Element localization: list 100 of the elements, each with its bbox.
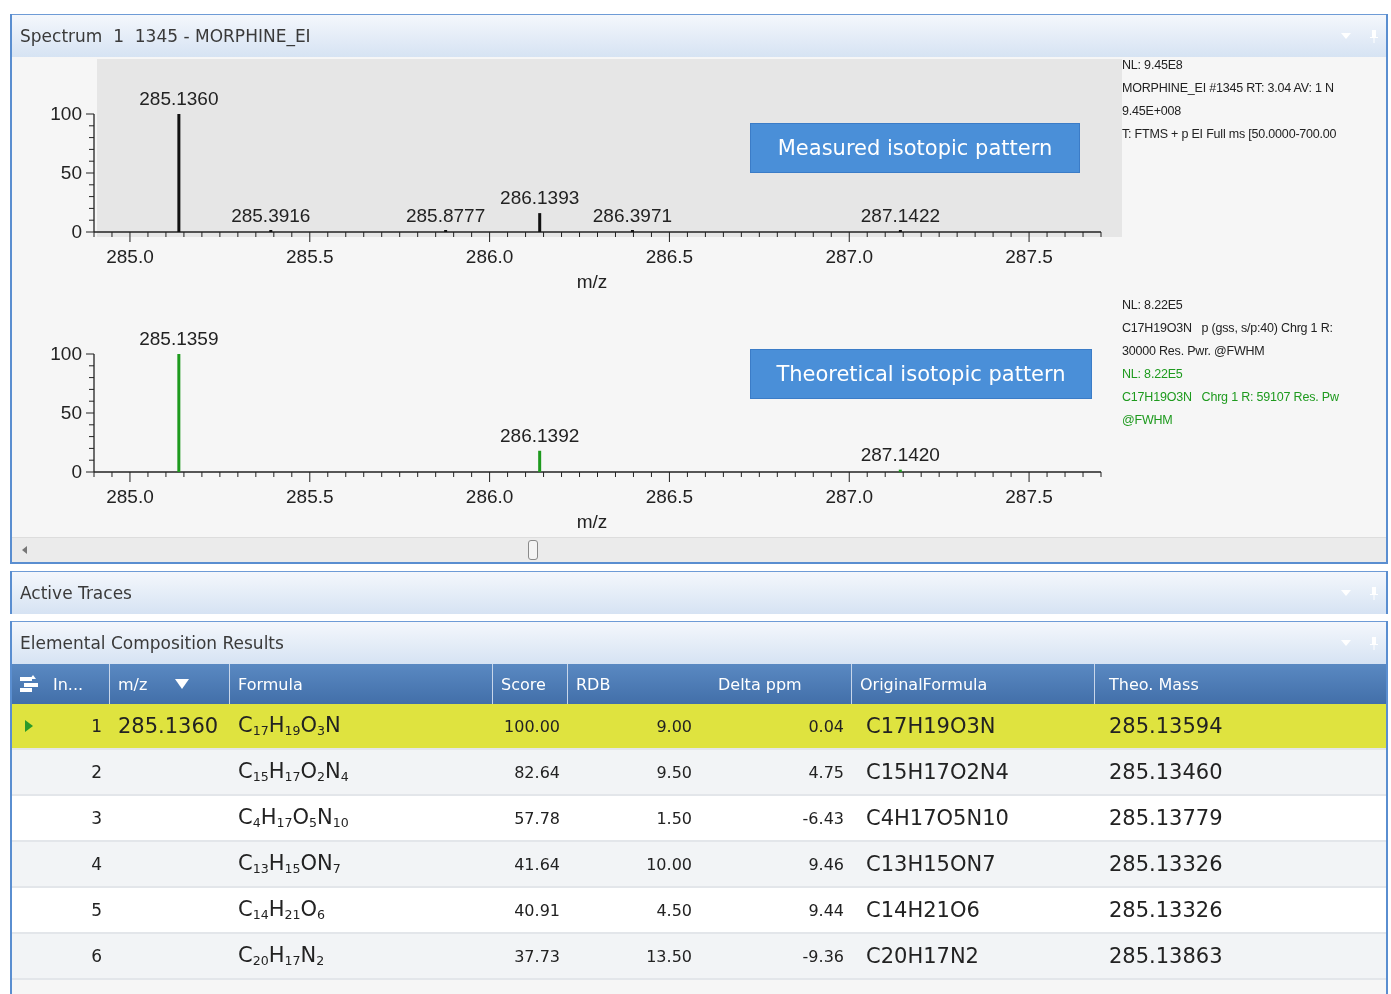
peak-label: 285.3916 <box>231 204 311 226</box>
spectrum-info-text: 9.45E+008 <box>1122 103 1183 120</box>
axis-tick-label: 285.5 <box>286 486 334 507</box>
table-cell: 2 <box>91 762 102 782</box>
column-header[interactable]: RDB <box>568 664 700 704</box>
table-cell: C$_{17}$H$_{19}$O$_{3}$N <box>238 713 341 739</box>
axis-tick-label: 286.5 <box>645 486 694 507</box>
spectrum-info-text: C17H19O3N Chrg 1 R: 59107 Res. Pw <box>1122 389 1340 406</box>
axis-tick-label: 287.0 <box>825 486 873 507</box>
axis-tick-label: 287.5 <box>1005 486 1053 507</box>
table-cell: 57.78 <box>514 808 560 828</box>
current-row-icon <box>24 720 33 732</box>
axis-tick-label: 100 <box>50 103 82 124</box>
axis-tick-label: 287.5 <box>1005 246 1053 267</box>
table-row[interactable]: 2 C$_{15}$H$_{17}$O$_{2}$N$_{4}$ 82.64 9.50 4.75 C15H17O2N4 285.13460 <box>12 750 1386 796</box>
axis-tick-label: 100 <box>50 343 82 364</box>
axis-tick-label: 286.0 <box>465 246 514 267</box>
peak-label: 285.1360 <box>139 88 219 109</box>
panel-title: Elemental Composition Results <box>20 633 285 653</box>
table-cell: 41.64 <box>514 854 560 874</box>
table-cell: C$_{20}$H$_{17}$N$_{2}$ <box>238 943 325 969</box>
peak-label: 287.1422 <box>860 204 940 226</box>
table-cell: 285.13863 <box>1109 944 1223 968</box>
spectrum-info-text: MORPHINE_EI #1345 RT: 3.04 AV: 1 N <box>1122 80 1335 97</box>
table-cell: C$_{13}$H$_{15}$ON$_{7}$ <box>238 851 341 877</box>
table-cell: 3 <box>91 808 102 828</box>
dropdown-caret-icon[interactable] <box>1340 32 1352 40</box>
pin-icon[interactable] <box>1370 29 1378 43</box>
table-cell: 9.00 <box>656 716 692 736</box>
table-cell: 285.1360 <box>118 714 219 738</box>
horizontal-scrollbar[interactable] <box>12 537 1386 564</box>
spectrum-bar <box>538 450 542 472</box>
table-cell: C4H17O5N10 <box>866 806 1009 830</box>
axis-tick-label: 287.0 <box>825 246 873 267</box>
table-row[interactable]: 1 285.1360 C$_{17}$H$_{19}$O$_{3}$N 100.00 9.00 0.04 C17H19O3N 285.13594 <box>12 704 1386 750</box>
spectrum-info-text: C17H19O3N p (gss, s/p:40) Chrg 1 R: <box>1122 320 1334 337</box>
axis-tick-label: 0 <box>71 221 82 242</box>
table-cell: 285.13326 <box>1109 898 1223 922</box>
axis-tick-label: 286.0 <box>465 486 514 507</box>
sort-descending-icon <box>175 679 190 689</box>
axis-tick-label: 0 <box>71 461 82 482</box>
column-chooser-icon[interactable] <box>18 675 39 693</box>
spectrum-info-text: NL: 8.22E5 <box>1122 297 1184 314</box>
spectrum-bar <box>538 213 542 232</box>
table-cell: C13H15ON7 <box>866 852 996 876</box>
table-cell: 37.73 <box>514 946 560 966</box>
table-cell: C$_{14}$H$_{21}$O$_{6}$ <box>238 897 326 923</box>
table-cell: -9.36 <box>802 946 844 966</box>
spectrum-bar <box>898 469 902 472</box>
table-cell: 1 <box>91 716 102 736</box>
spectrum-info-text: NL: 9.45E8 <box>1122 57 1184 74</box>
table-cell: 285.13460 <box>1109 760 1223 784</box>
table-cell: 285.13779 <box>1109 806 1223 830</box>
peak-label: 285.8777 <box>406 204 486 226</box>
axis-tick-label: 285.5 <box>286 246 334 267</box>
table-cell: 10.00 <box>646 854 692 874</box>
dropdown-caret-icon[interactable] <box>1340 589 1352 597</box>
axis-tick-label: 50 <box>60 162 82 183</box>
panel-title: Active Traces <box>20 583 133 603</box>
spectrum-info-text: T: FTMS + p EI Full ms [50.0000-700.00 <box>1122 126 1338 143</box>
panel-title: Spectrum 1 1345 - MORPHINE_EI <box>20 26 312 46</box>
scroll-left-icon[interactable] <box>22 546 28 554</box>
peak-label: 286.1392 <box>500 424 580 446</box>
table-cell: C$_{4}$H$_{17}$O$_{5}$N$_{10}$ <box>238 805 349 831</box>
table-cell: C14H21O6 <box>866 898 980 922</box>
table-cell: 5 <box>91 900 102 920</box>
axis-tick-label: 285.0 <box>106 246 154 267</box>
peak-label: 285.1359 <box>139 328 219 349</box>
spectrum-info-text: @FWHM <box>1122 412 1174 429</box>
peak-label: 287.1420 <box>860 443 940 465</box>
column-header[interactable]: Theo. Mass <box>1095 664 1386 704</box>
table-cell: 9.50 <box>656 762 692 782</box>
table-cell: 13.50 <box>646 946 692 966</box>
table-cell: 285.13326 <box>1109 852 1223 876</box>
axis-tick-label: 285.0 <box>106 486 154 507</box>
table-cell: C$_{15}$H$_{17}$O$_{2}$N$_{4}$ <box>238 759 349 785</box>
table-row[interactable]: 6 C$_{20}$H$_{17}$N$_{2}$ 37.73 13.50 -9.36 C20H17N2 285.13863 <box>12 934 1386 980</box>
table-row[interactable]: 4 C$_{13}$H$_{15}$ON$_{7}$ 41.64 10.00 9.46 C13H15ON7 285.13326 <box>12 842 1386 888</box>
table-cell: C20H17N2 <box>866 944 979 968</box>
pin-icon[interactable] <box>1370 586 1378 600</box>
table-cell: 40.91 <box>514 900 560 920</box>
peak-label: 286.3971 <box>592 204 673 226</box>
table-cell: -6.43 <box>802 808 844 828</box>
scrollbar-thumb[interactable] <box>528 540 538 560</box>
dropdown-caret-icon[interactable] <box>1340 639 1352 647</box>
table-cell: 82.64 <box>514 762 560 782</box>
pin-icon[interactable] <box>1370 636 1378 650</box>
axis-tick-label: 50 <box>60 402 82 423</box>
table-cell: 4.75 <box>808 762 844 782</box>
table-cell: 6 <box>91 946 102 966</box>
table-cell: 1.50 <box>656 808 692 828</box>
table-cell: 285.13594 <box>1109 714 1223 738</box>
callout-label: Measured isotopic pattern <box>750 123 1080 173</box>
table-cell: 100.00 <box>504 716 560 736</box>
axis-title: m/z <box>576 271 608 292</box>
peak-label: 286.1393 <box>500 187 580 209</box>
callout-label: Theoretical isotopic pattern <box>750 349 1092 399</box>
table-cell: 9.44 <box>808 900 844 920</box>
table-cell: C15H17O2N4 <box>866 760 1009 784</box>
table-cell: C17H19O3N <box>866 714 996 738</box>
